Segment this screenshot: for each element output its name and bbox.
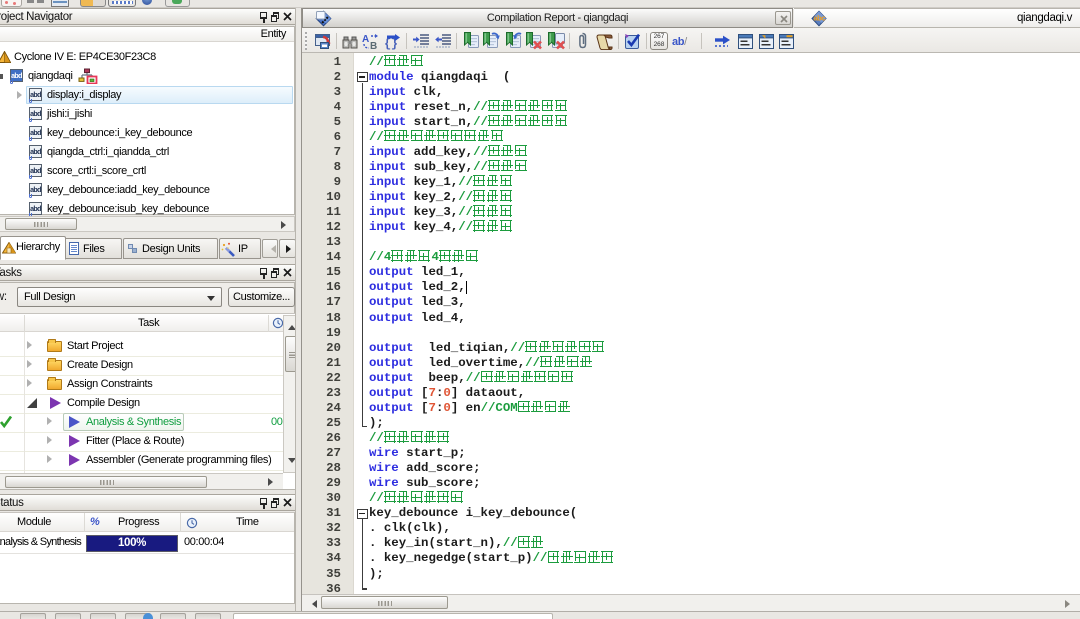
svg-text:abc: abc xyxy=(813,14,825,23)
svg-text:B: B xyxy=(370,41,377,50)
svg-text:A: A xyxy=(362,34,369,45)
